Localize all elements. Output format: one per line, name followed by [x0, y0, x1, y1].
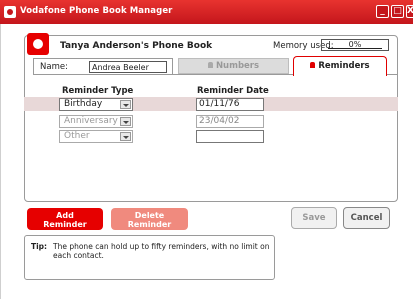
- reminder-type-value: Other: [64, 131, 90, 141]
- tab-numbers-label: Numbers: [215, 61, 260, 71]
- reminder-type-select[interactable]: Other: [59, 130, 133, 143]
- dropdown-arrow-icon[interactable]: [120, 132, 131, 141]
- tip-text: The phone can hold up to fifty reminders…: [53, 242, 270, 260]
- vodafone-logo-icon: [27, 33, 49, 55]
- memory-used-value: 0%: [321, 39, 389, 51]
- contact-name-area: Name:: [33, 58, 173, 74]
- reminder-type-value: Birthday: [64, 99, 103, 109]
- add-reminder-label-1: Add: [56, 211, 74, 220]
- tip-label: Tip:: [31, 242, 48, 251]
- bell-icon: [207, 62, 213, 68]
- window-close-icon[interactable]: X: [406, 5, 413, 18]
- delete-reminder-label-2: Reminder: [127, 220, 172, 229]
- window-minimize-icon[interactable]: _: [376, 5, 389, 18]
- save-button[interactable]: Save: [291, 207, 337, 229]
- reminder-type-select[interactable]: Anniversary: [59, 115, 133, 128]
- add-reminder-label-2: Reminder: [43, 220, 87, 229]
- dropdown-arrow-icon[interactable]: [120, 117, 131, 126]
- tab-numbers[interactable]: Numbers: [178, 58, 289, 74]
- vodafone-app-icon: [4, 6, 16, 18]
- reminder-date-field[interactable]: 01/11/76: [196, 98, 264, 111]
- title-bar: Vodafone Phone Book Manager _ □ X: [0, 0, 413, 24]
- phone-book-title: Tanya Anderson's Phone Book: [60, 41, 213, 51]
- cancel-button[interactable]: Cancel: [343, 207, 390, 229]
- name-field[interactable]: [89, 61, 167, 73]
- bell-icon: [310, 62, 316, 68]
- column-header-reminder-date: Reminder Date: [197, 86, 269, 96]
- add-reminder-button[interactable]: Add Reminder: [27, 208, 103, 230]
- dropdown-arrow-icon[interactable]: [120, 100, 131, 109]
- reminder-date-field[interactable]: 23/04/02: [196, 115, 264, 128]
- reminder-date-field[interactable]: [196, 130, 264, 143]
- tab-reminders[interactable]: Reminders: [293, 56, 387, 76]
- name-label: Name:: [40, 62, 68, 72]
- column-header-reminder-type: Reminder Type: [62, 86, 134, 96]
- delete-reminder-label-1: Delete: [134, 211, 165, 220]
- tab-divider: [33, 74, 173, 75]
- tab-reminders-label: Reminders: [318, 61, 370, 71]
- delete-reminder-button[interactable]: Delete Reminder: [111, 208, 188, 230]
- window-maximize-icon[interactable]: □: [391, 5, 404, 18]
- reminder-type-select[interactable]: Birthday: [59, 98, 133, 111]
- window-title: Vodafone Phone Book Manager: [20, 6, 173, 16]
- reminder-type-value: Anniversary: [64, 116, 118, 126]
- tip-box: Tip: The phone can hold up to fifty remi…: [24, 235, 275, 280]
- window-border: [0, 24, 1, 299]
